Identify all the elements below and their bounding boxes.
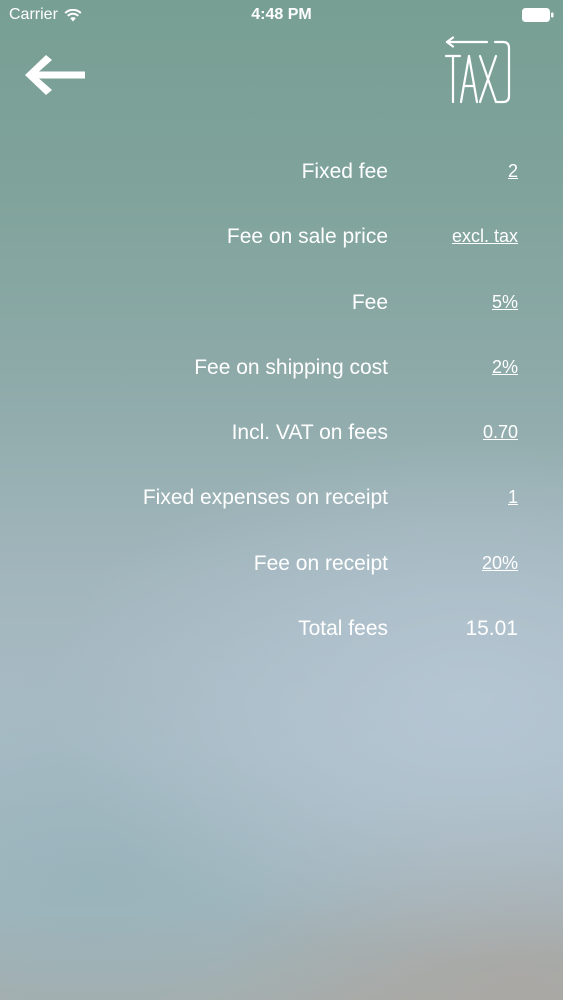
fee-label: Fixed fee: [301, 160, 388, 183]
fee-row-shipping: Fee on shipping cost 2%: [0, 336, 563, 401]
fee-value-link[interactable]: 20%: [482, 553, 518, 574]
fee-value-link[interactable]: 1: [508, 487, 518, 508]
fee-label: Fee on sale price: [226, 225, 388, 249]
total-fees-label: Total fees: [298, 617, 388, 641]
fee-label: Fixed expenses on receipt: [142, 486, 388, 510]
total-fees-value: 15.01: [465, 617, 518, 641]
fee-value-link[interactable]: 0.70: [483, 422, 518, 443]
fee-row-vat: Incl. VAT on fees 0.70: [0, 401, 563, 466]
fee-label: Fee on shipping cost: [194, 355, 388, 379]
fee-label: Fee on receipt: [253, 551, 388, 575]
fee-value-link[interactable]: excl. tax: [452, 226, 518, 247]
fee-value-link[interactable]: 2%: [492, 357, 518, 378]
fee-row-fixed-expenses: Fixed expenses on receipt 1: [0, 466, 563, 531]
fee-value-link[interactable]: 2: [508, 161, 518, 182]
battery-icon: [522, 8, 554, 22]
back-button[interactable]: [22, 52, 88, 98]
arrow-left-icon: [25, 55, 85, 95]
tax-icon: [444, 36, 511, 104]
fee-value-link[interactable]: 5%: [492, 292, 518, 313]
fee-row-fixed-fee: Fixed fee 2: [0, 140, 563, 205]
fee-row-sale-price: Fee on sale price excl. tax: [0, 205, 563, 270]
tax-button[interactable]: [443, 36, 513, 106]
fee-label: Incl. VAT on fees: [231, 421, 388, 445]
status-bar: Carrier 4:48 PM: [0, 0, 563, 30]
fee-row-total: Total fees 15.01: [0, 597, 563, 662]
fee-row-fee: Fee 5%: [0, 271, 563, 336]
fees-list: Fixed fee 2 Fee on sale price excl. tax …: [0, 140, 563, 662]
status-time: 4:48 PM: [251, 6, 312, 23]
fee-row-receipt: Fee on receipt 20%: [0, 532, 563, 597]
fee-label: Fee: [351, 290, 388, 314]
